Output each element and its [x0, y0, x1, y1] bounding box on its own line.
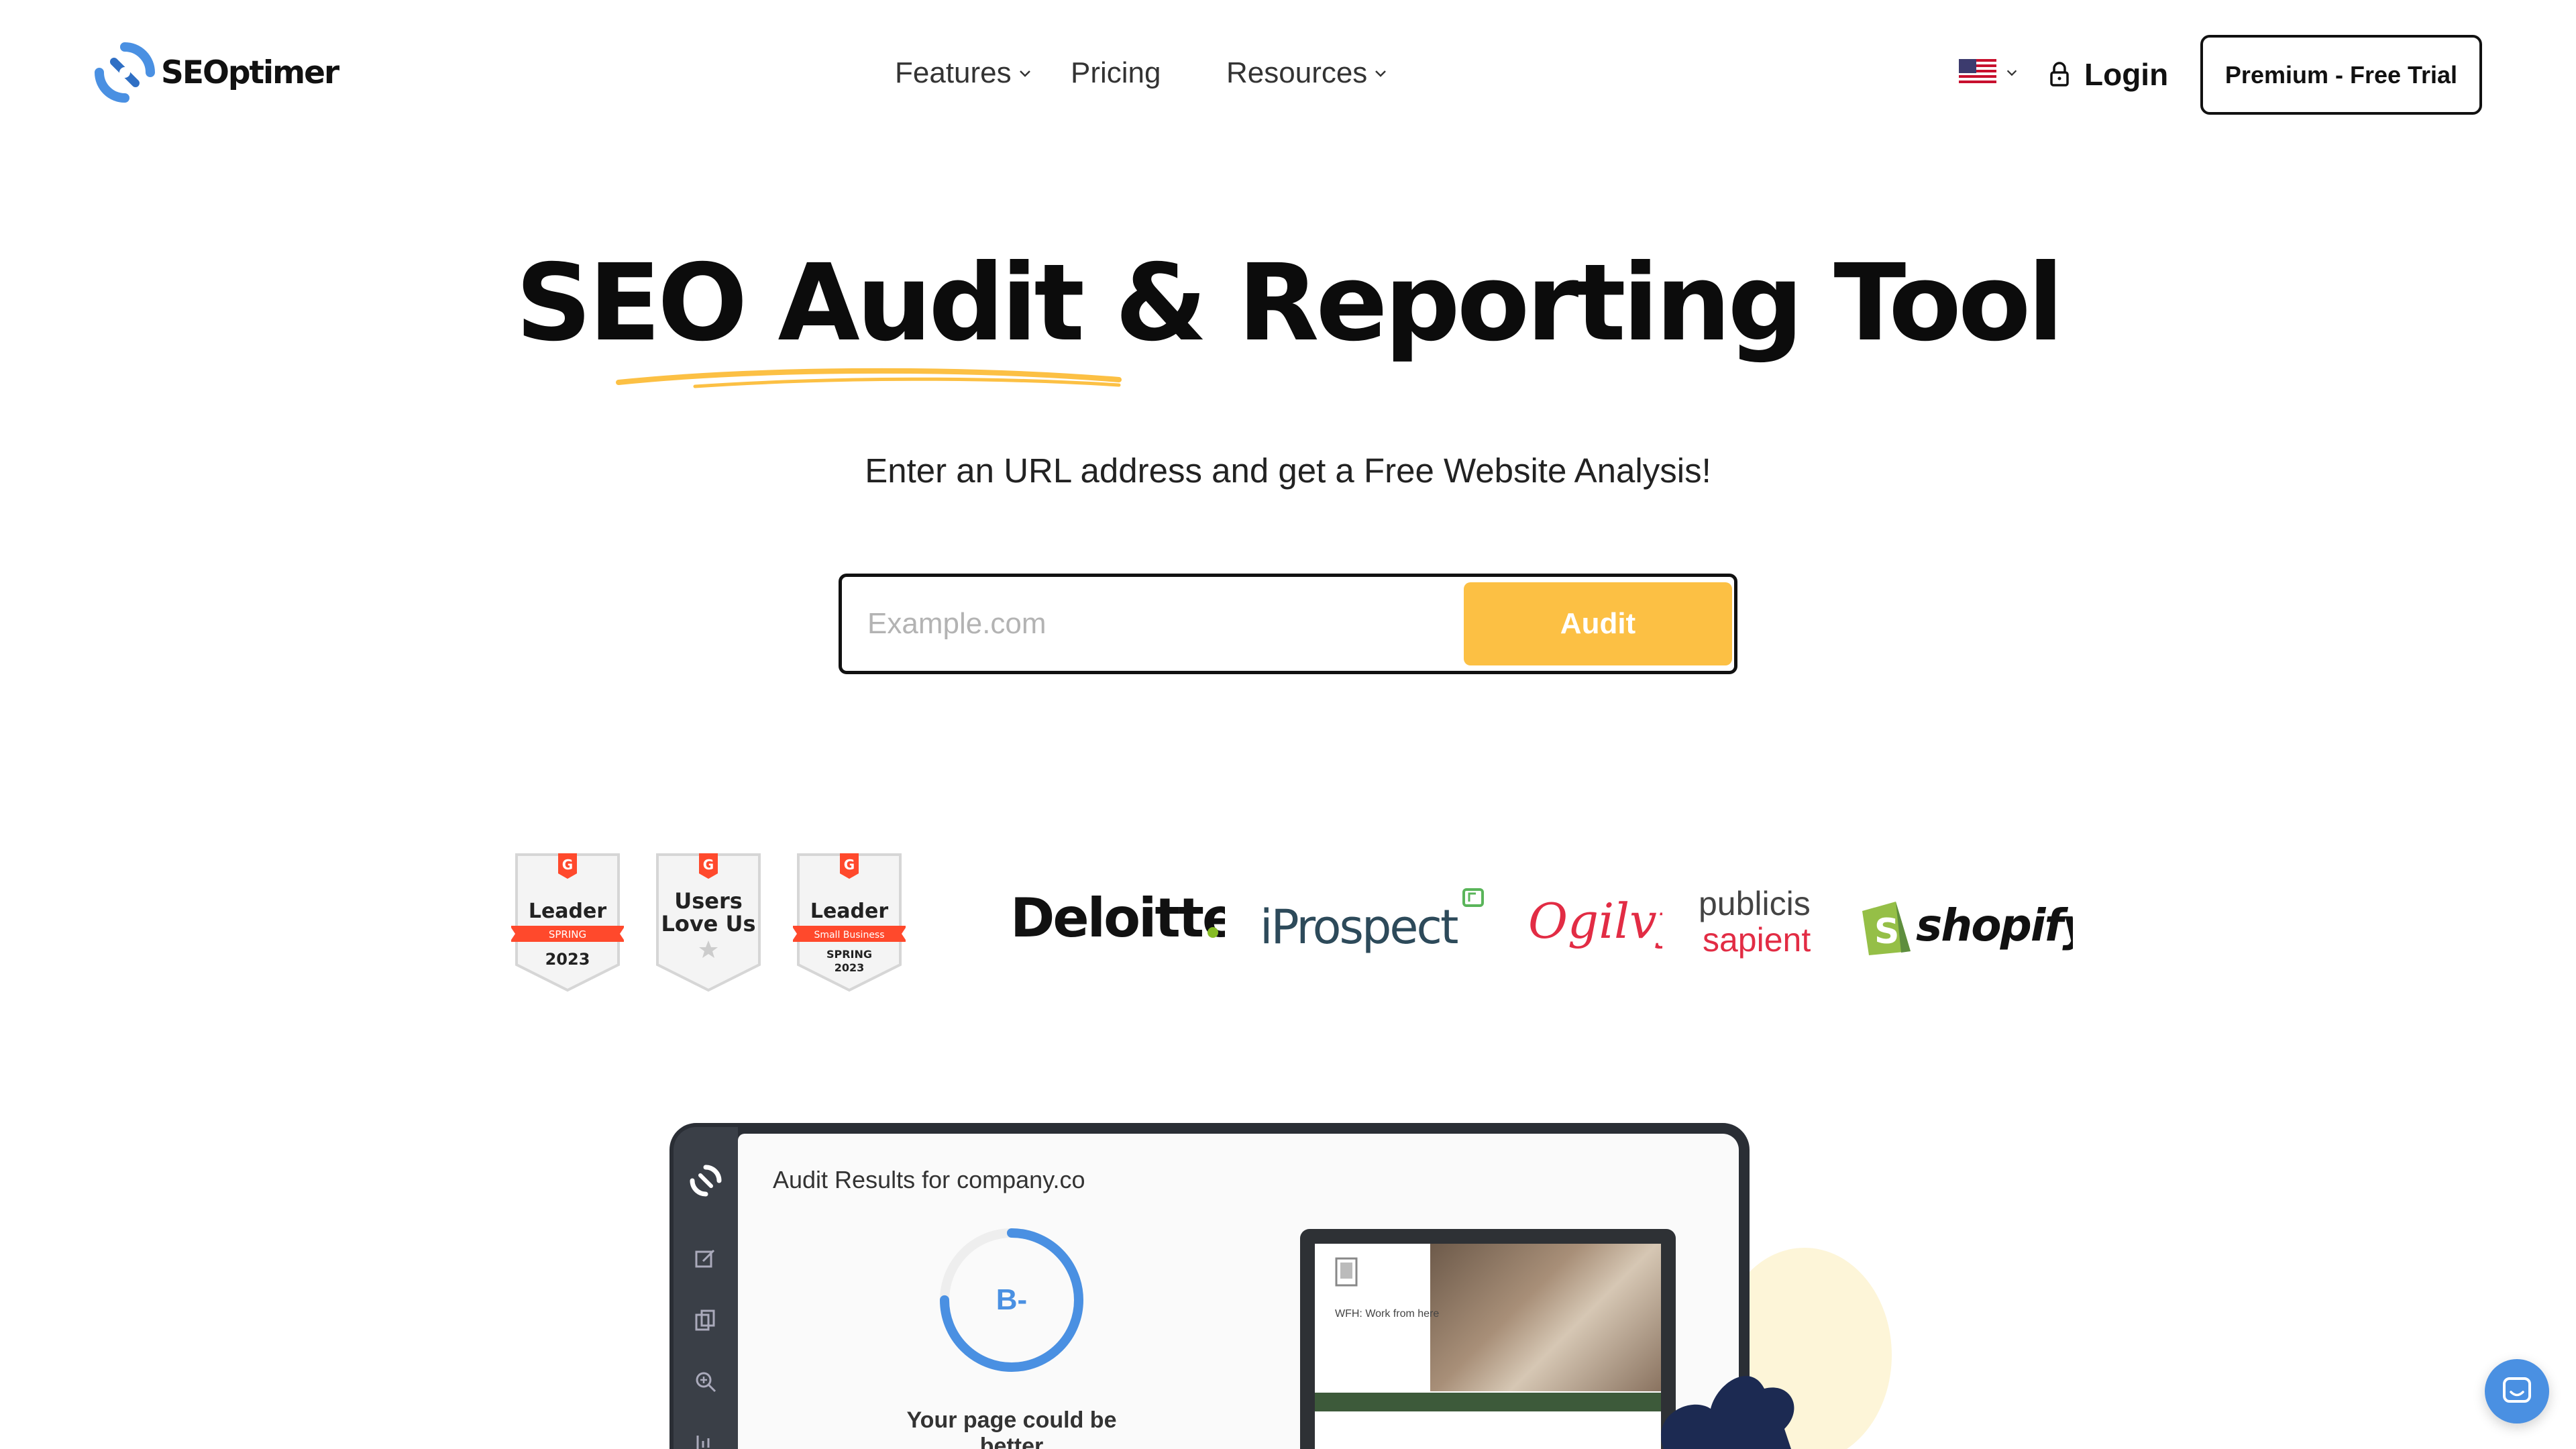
us-flag-icon — [1959, 59, 1996, 86]
badge-1-ribbon: SPRING — [549, 928, 586, 941]
g2-leader-spring-2023-badge: G Leader SPRING 2023 — [511, 853, 624, 992]
iprospect-logo-text: iProspect — [1260, 900, 1458, 955]
deloitte-logo-text: Deloitte — [1010, 887, 1225, 949]
iprospect-logo: iProspect — [1260, 888, 1484, 955]
live-chat-button[interactable] — [2485, 1359, 2549, 1424]
badge-1-title: Leader — [529, 900, 607, 923]
ogilvy-logo-text: Ogilvy — [1528, 893, 1662, 949]
svg-text:S: S — [1874, 912, 1899, 952]
website-hero-photo — [1430, 1244, 1661, 1391]
title-underline-decoration — [616, 368, 1122, 388]
badge-1-year: 2023 — [545, 950, 590, 969]
nav-pricing[interactable]: Pricing — [1071, 56, 1161, 90]
nav-features-label: Features — [895, 56, 1012, 89]
login-label: Login — [2084, 57, 2169, 92]
url-search-form: Audit — [839, 574, 1737, 674]
svg-text:G: G — [844, 857, 855, 873]
nav-features[interactable]: Features — [895, 56, 1033, 90]
publicis-sapient-logo: publicis sapient — [1699, 885, 1811, 959]
seoptimer-sidebar-logo-icon — [690, 1165, 722, 1197]
audit-preview-laptop: Audit Results for company.co B- Your pag… — [669, 1123, 1750, 1449]
edit-icon — [695, 1249, 715, 1268]
publicis-logo-text: publicis — [1699, 885, 1811, 922]
ogilvy-logo: Ogilvy — [1528, 893, 1662, 949]
decorative-navy-shape — [1661, 1376, 1794, 1449]
preview-screen: Audit Results for company.co B- Your pag… — [738, 1134, 1739, 1449]
premium-free-trial-button[interactable]: Premium - Free Trial — [2200, 35, 2482, 115]
login-link[interactable]: Login — [2049, 56, 2168, 93]
svg-text:G: G — [703, 857, 714, 873]
shopify-logo: S shopify — [1862, 900, 2073, 955]
badge-2-line2: Love Us — [661, 911, 755, 936]
website-logo-icon — [1335, 1257, 1358, 1287]
bar-chart-icon — [696, 1436, 710, 1449]
chat-icon — [2503, 1377, 2531, 1403]
lock-icon — [2050, 62, 2069, 87]
grade-message: Your page could be better — [906, 1407, 1117, 1449]
page-title: SEO Audit & Reporting Tool — [515, 241, 2063, 365]
zoom-icon — [696, 1372, 716, 1393]
website-nav-bar — [1315, 1393, 1661, 1411]
badge-3-title: Leader — [810, 900, 889, 923]
svg-text:G: G — [562, 857, 573, 873]
website-caption: WFH: Work from here — [1335, 1308, 1440, 1320]
badge-3-season: SPRING — [826, 948, 872, 961]
badge-2-line1: Users — [674, 888, 743, 914]
badge-3-ribbon: Small Business — [814, 930, 884, 941]
nav-resources[interactable]: Resources — [1226, 56, 1389, 90]
chevron-down-icon — [1019, 70, 1030, 77]
language-selector[interactable] — [1959, 59, 2019, 86]
nav-resources-label: Resources — [1226, 56, 1368, 89]
preview-sidebar — [674, 1127, 738, 1449]
website-preview-monitor: WFH: Work from here — [1300, 1229, 1676, 1449]
logo-text: SEOptimer — [161, 54, 339, 91]
seoptimer-logo-icon — [95, 42, 155, 103]
copy-icon — [695, 1309, 715, 1331]
audit-results-title: Audit Results for company.co — [773, 1166, 1085, 1193]
url-input[interactable] — [867, 597, 1417, 651]
sapient-logo-text: sapient — [1703, 921, 1811, 959]
grade-label: B- — [996, 1283, 1028, 1316]
g2-leader-small-business-badge: G Leader Small Business SPRING 2023 — [793, 853, 906, 992]
audit-button[interactable]: Audit — [1464, 582, 1732, 665]
badge-3-year: 2023 — [835, 961, 865, 974]
website-preview-screen: WFH: Work from here — [1315, 1244, 1661, 1449]
hero-subtitle: Enter an URL address and get a Free Webs… — [865, 451, 1711, 490]
g2-users-love-us-badge: G Users Love Us — [656, 853, 761, 992]
chevron-down-icon — [2006, 70, 2017, 76]
shopify-logo-text: shopify — [1916, 900, 2073, 951]
chevron-down-icon — [1375, 70, 1387, 77]
deloitte-logo: Deloitte — [1010, 887, 1225, 949]
nav-pricing-label: Pricing — [1071, 56, 1161, 89]
seoptimer-logo[interactable]: SEOptimer — [94, 42, 339, 103]
